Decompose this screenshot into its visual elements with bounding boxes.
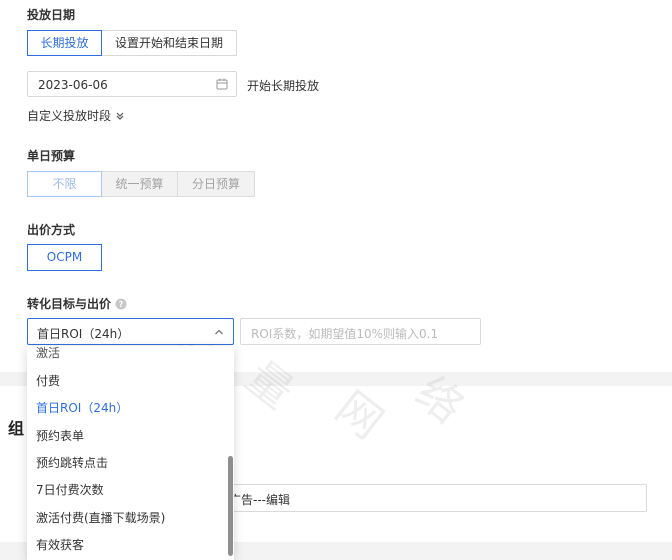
custom-period-label: 自定义投放时段 — [27, 109, 112, 123]
budget-by-day[interactable]: 分日预算 — [178, 171, 255, 197]
budget-unlimited[interactable]: 不限 — [27, 171, 102, 197]
conversion-label-row: 转化目标与出价 ? — [27, 295, 127, 312]
bid-method-label: 出价方式 — [27, 223, 76, 237]
date-input[interactable]: 2023-06-06 — [27, 71, 237, 97]
dropdown-option-selected[interactable]: 首日ROI（24h） — [36, 399, 128, 416]
dropdown-option[interactable]: 预约表单 — [36, 427, 84, 444]
dropdown-option[interactable]: 激活 — [36, 346, 60, 361]
calendar-icon — [216, 78, 228, 90]
bid-ocpm[interactable]: OCPM — [27, 244, 102, 271]
daily-budget-options: 不限 统一预算 分日预算 — [27, 171, 255, 197]
watermark: 络 — [406, 366, 473, 435]
tab-long-term[interactable]: 长期投放 — [27, 30, 102, 56]
delivery-date-tabs: 长期投放 设置开始和结束日期 — [27, 30, 237, 56]
conversion-dropdown[interactable]: 激活 付费 首日ROI（24h） 预约表单 预约跳转点击 7日付费次数 激活付费… — [27, 346, 234, 560]
conversion-label: 转化目标与出价 — [27, 297, 112, 311]
dropdown-scrollbar[interactable] — [228, 456, 233, 556]
date-value: 2023-06-06 — [38, 78, 108, 92]
dropdown-option[interactable]: 付费 — [36, 372, 60, 389]
dropdown-option[interactable]: 预约跳转点击 — [36, 454, 108, 471]
tab-set-start-end[interactable]: 设置开始和结束日期 — [102, 30, 237, 56]
daily-budget-label: 单日预算 — [27, 149, 76, 163]
dropdown-option[interactable]: 激活付费(直播下载场景) — [36, 509, 165, 526]
roi-input[interactable]: ROI系数，如期望值10%则输入0.1 — [240, 318, 481, 345]
name-input[interactable]: 广告---编辑 — [180, 484, 647, 512]
name-input-value: 广告---编辑 — [229, 493, 290, 507]
budget-unified[interactable]: 统一预算 — [102, 171, 178, 197]
dropdown-option[interactable]: 有效获客 — [36, 536, 84, 553]
conversion-selected-value: 首日ROI（24h） — [37, 327, 130, 341]
roi-placeholder: ROI系数，如期望值10%则输入0.1 — [251, 327, 439, 341]
conversion-select[interactable]: 首日ROI（24h） — [27, 318, 234, 345]
delivery-date-label: 投放日期 — [27, 8, 76, 22]
date-hint: 开始长期投放 — [247, 79, 320, 93]
help-icon[interactable]: ? — [115, 298, 127, 310]
dropdown-option[interactable]: 7日付费次数 — [36, 481, 104, 498]
watermark: 量 — [236, 351, 303, 420]
svg-text:?: ? — [119, 300, 124, 309]
custom-period-toggle[interactable]: 自定义投放时段 — [27, 107, 125, 124]
bid-method-options: OCPM — [27, 244, 102, 271]
chevron-up-icon — [215, 329, 223, 335]
group-section-title: 组 — [8, 419, 25, 438]
double-chevron-down-icon — [116, 112, 124, 120]
